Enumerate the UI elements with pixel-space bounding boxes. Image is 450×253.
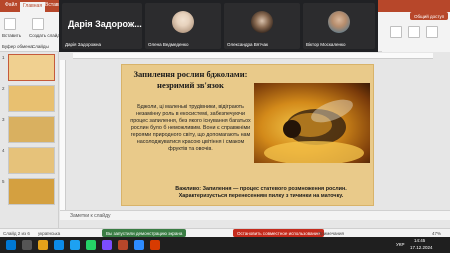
clock-date[interactable]: 17.12.2024 bbox=[410, 245, 433, 250]
paste-button[interactable]: Вставить bbox=[2, 33, 21, 38]
slide-thumbnails-panel[interactable]: 1 2 3 4 5 bbox=[0, 52, 59, 228]
new-slide-icon[interactable] bbox=[32, 18, 44, 30]
slide-count: Слайд 2 из 6 bbox=[3, 231, 30, 236]
ribbon-right-tools: Общий доступ bbox=[382, 12, 450, 52]
slide-thumbnail[interactable] bbox=[8, 54, 55, 81]
participant-tile[interactable]: Олександра Вятчак bbox=[224, 3, 300, 49]
powerpoint-icon[interactable] bbox=[118, 240, 128, 250]
search-icon[interactable] bbox=[22, 240, 32, 250]
notes-placeholder: Заметки к слайду bbox=[70, 213, 111, 219]
language-indicator[interactable]: українська bbox=[38, 231, 60, 236]
thumb-number: 3 bbox=[2, 117, 5, 122]
clock-time[interactable]: 14:45 bbox=[414, 238, 425, 243]
thumb-number: 2 bbox=[2, 86, 5, 91]
clipboard-group-label: Буфер обмена bbox=[2, 44, 33, 49]
slide-frame bbox=[121, 64, 374, 206]
slide-thumbnail[interactable] bbox=[8, 147, 55, 174]
notes-pane[interactable]: Заметки к слайду bbox=[60, 210, 450, 220]
participant-tile[interactable]: Віктор Москаленко bbox=[303, 3, 375, 49]
share-button[interactable]: Общий доступ bbox=[410, 12, 449, 20]
telegram-icon[interactable] bbox=[70, 240, 80, 250]
start-icon[interactable] bbox=[6, 240, 16, 250]
participant-name: Олена Ведмеденко bbox=[148, 42, 189, 47]
slides-group-label: Слайды bbox=[32, 44, 49, 49]
slide-thumbnail[interactable] bbox=[8, 85, 55, 112]
office-icon[interactable] bbox=[150, 240, 160, 250]
avatar bbox=[172, 11, 194, 33]
notes-toggle-button[interactable]: Примечания bbox=[318, 231, 344, 236]
keyboard-language[interactable]: УКР bbox=[396, 242, 404, 247]
participant-name: Олександра Вятчак bbox=[227, 42, 268, 47]
find-icon[interactable] bbox=[390, 26, 402, 38]
dictate-icon[interactable] bbox=[408, 26, 420, 38]
participant-name: Дарія Задорожна bbox=[65, 42, 102, 47]
avatar bbox=[251, 11, 273, 33]
paste-icon[interactable] bbox=[4, 18, 16, 30]
slide-thumbnail[interactable] bbox=[8, 116, 55, 143]
whatsapp-icon[interactable] bbox=[86, 240, 96, 250]
tab-file[interactable]: Файл bbox=[2, 1, 20, 9]
new-slide-button[interactable]: Создать слайд bbox=[29, 33, 60, 38]
participant-tile[interactable]: Олена Ведмеденко bbox=[145, 3, 221, 49]
horizontal-ruler bbox=[73, 53, 433, 59]
status-bar: Слайд 2 из 6 українська Вы запустили дем… bbox=[0, 228, 450, 237]
presenter-tile[interactable]: Дарія Задорож... Дарія Задорожна bbox=[62, 3, 142, 49]
screen-share-banner: Вы запустили демонстрацию экрана bbox=[102, 229, 187, 237]
thumb-number: 1 bbox=[2, 55, 5, 60]
avatar bbox=[328, 11, 350, 33]
zoom-level[interactable]: 47% bbox=[432, 231, 441, 236]
edge-icon[interactable] bbox=[54, 240, 64, 250]
slide-thumbnail[interactable] bbox=[8, 178, 55, 205]
thumb-number: 4 bbox=[2, 148, 5, 153]
zoom-icon[interactable] bbox=[134, 240, 144, 250]
vertical-ruler bbox=[60, 60, 66, 210]
windows-taskbar: УКР 14:45 17.12.2024 bbox=[0, 237, 450, 253]
video-call-bar: Дарія Задорож... Дарія Задорожна Олена В… bbox=[59, 0, 378, 52]
file-explorer-icon[interactable] bbox=[38, 240, 48, 250]
thumb-number: 5 bbox=[2, 179, 5, 184]
designer-icon[interactable] bbox=[426, 26, 438, 38]
presenter-name: Дарія Задорож... bbox=[68, 19, 142, 29]
viber-icon[interactable] bbox=[102, 240, 112, 250]
participant-name: Віктор Москаленко bbox=[306, 42, 346, 47]
stop-sharing-button[interactable]: Остановить совместное использование bbox=[233, 229, 325, 237]
